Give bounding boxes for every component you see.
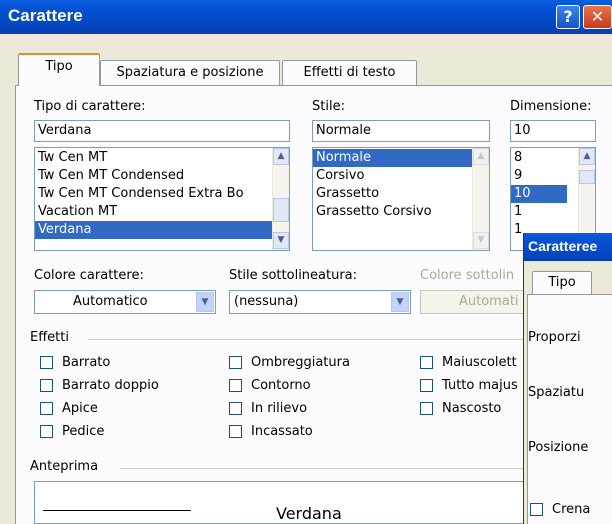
font-color-value: Automatico xyxy=(73,294,148,309)
checkbox-box[interactable] xyxy=(40,379,53,392)
font-color-label: Colore carattere: xyxy=(34,268,144,283)
title-bar: Carattere xyxy=(0,0,612,34)
chevron-down-icon[interactable]: ▼ xyxy=(196,292,214,312)
close-button[interactable]: ✕ xyxy=(583,5,612,29)
list-item[interactable]: Tw Cen MT Condensed Extra Bo xyxy=(35,185,272,203)
tab-effetti-testo[interactable]: Effetti di testo xyxy=(282,60,417,86)
style-list-scrollbar[interactable]: ▲ ▼ xyxy=(472,148,489,250)
size-label: Dimensione: xyxy=(510,99,592,114)
list-item[interactable]: Verdana xyxy=(35,221,272,239)
list-item[interactable]: Vacation MT xyxy=(35,203,272,221)
checkbox-box[interactable] xyxy=(229,356,242,369)
underline-color-label: Colore sottolin xyxy=(420,268,515,283)
checkbox-label: Barrato xyxy=(62,355,111,370)
help-button[interactable]: ? xyxy=(556,5,580,29)
checkbox-label: Pedice xyxy=(62,424,105,439)
second-dialog-tab-label: Tipo xyxy=(548,275,576,290)
checkbox-box[interactable] xyxy=(40,356,53,369)
checkbox-box[interactable] xyxy=(420,379,433,392)
checkbox-box[interactable] xyxy=(530,503,543,516)
list-item[interactable]: 8 xyxy=(511,149,567,167)
preview-baseline-left xyxy=(43,510,191,511)
list-item[interactable]: Tw Cen MT xyxy=(35,149,272,167)
checkbox-label: Ombreggiatura xyxy=(251,355,350,370)
chevron-down-icon[interactable]: ▼ xyxy=(391,292,409,312)
second-dialog-label: Posizione xyxy=(528,440,589,455)
tab-spaziatura[interactable]: Spaziatura e posizione xyxy=(100,60,280,86)
scroll-up-icon[interactable]: ▲ xyxy=(579,148,595,165)
checkbox-label: In rilievo xyxy=(251,401,308,416)
second-dialog-tab[interactable]: Tipo xyxy=(532,271,592,295)
list-item[interactable]: Normale xyxy=(313,149,472,167)
checkbox-label: Maiuscolett xyxy=(442,355,517,370)
scroll-down-icon[interactable]: ▼ xyxy=(273,232,289,249)
checkbox-box[interactable] xyxy=(420,356,433,369)
checkbox-box[interactable] xyxy=(40,425,53,438)
checkbox-box[interactable] xyxy=(229,425,242,438)
font-label: Tipo di carattere: xyxy=(34,99,146,114)
tab-effetti-label: Effetti di testo xyxy=(303,65,396,80)
underline-style-value: (nessuna) xyxy=(234,294,299,309)
second-dialog-panel xyxy=(527,294,612,524)
font-input[interactable]: Verdana xyxy=(34,120,290,142)
scroll-down-icon[interactable]: ▼ xyxy=(473,232,489,249)
checkbox-box[interactable] xyxy=(420,402,433,415)
checkbox-label: Nascosto xyxy=(442,401,502,416)
checkbox-label: Barrato doppio xyxy=(62,378,159,393)
font-list-scrollbar[interactable]: ▲ ▼ xyxy=(272,148,289,250)
second-dialog-label: Proporzi xyxy=(528,330,581,345)
preview-box: Verdana xyxy=(34,481,554,524)
list-item[interactable]: Tw Cen MT Condensed xyxy=(35,167,272,185)
checkbox-box[interactable] xyxy=(229,402,242,415)
second-dialog: Caratteree Tipo Proporzi Spaziatu Posizi… xyxy=(523,233,612,524)
checkbox-label: Apice xyxy=(62,401,98,416)
list-item[interactable]: Grassetto Corsivo xyxy=(313,203,472,221)
preview-heading: Anteprima xyxy=(30,459,99,474)
scroll-thumb[interactable] xyxy=(579,170,595,184)
underline-color-select[interactable]: Automati xyxy=(420,290,530,314)
underline-style-label: Stile sottolineatura: xyxy=(229,268,358,283)
tab-tipo-label: Tipo xyxy=(45,59,73,74)
font-color-select[interactable]: Automatico ▼ xyxy=(34,290,216,314)
second-dialog-title: Caratteree xyxy=(524,233,612,261)
list-item[interactable]: 9 xyxy=(511,167,567,185)
checkbox-label: Incassato xyxy=(251,424,313,439)
list-item[interactable]: Grassetto xyxy=(313,185,472,203)
list-item[interactable]: 10 xyxy=(511,185,567,203)
scroll-thumb[interactable] xyxy=(273,198,289,222)
list-item[interactable]: Corsivo xyxy=(313,167,472,185)
style-label: Stile: xyxy=(312,99,345,114)
scroll-up-icon[interactable]: ▲ xyxy=(473,148,489,165)
second-dialog-label: Spaziatu xyxy=(528,385,585,400)
size-input[interactable]: 10 xyxy=(510,120,596,142)
effects-divider xyxy=(88,339,523,340)
underline-color-value: Automati xyxy=(459,294,519,309)
font-list[interactable]: Tw Cen MT Tw Cen MT Condensed Tw Cen MT … xyxy=(34,147,290,251)
second-dialog-label: Crena xyxy=(552,502,591,517)
style-list[interactable]: Normale Corsivo Grassetto Grassetto Cors… xyxy=(312,147,490,251)
underline-style-select[interactable]: (nessuna) ▼ xyxy=(229,290,411,314)
scroll-up-icon[interactable]: ▲ xyxy=(273,148,289,165)
effects-heading: Effetti xyxy=(30,330,69,345)
checkbox-box[interactable] xyxy=(40,402,53,415)
window-title: Carattere xyxy=(8,6,83,25)
preview-divider xyxy=(120,468,523,469)
checkbox-label: Tutto majus xyxy=(442,378,518,393)
list-item[interactable]: 1 xyxy=(511,203,567,221)
tab-spaziatura-label: Spaziatura e posizione xyxy=(116,65,264,80)
checkbox-box[interactable] xyxy=(229,379,242,392)
preview-text: Verdana xyxy=(276,504,342,523)
style-input[interactable]: Normale xyxy=(312,120,490,142)
checkbox-label: Contorno xyxy=(251,378,311,393)
tab-tipo[interactable]: Tipo xyxy=(18,53,100,86)
